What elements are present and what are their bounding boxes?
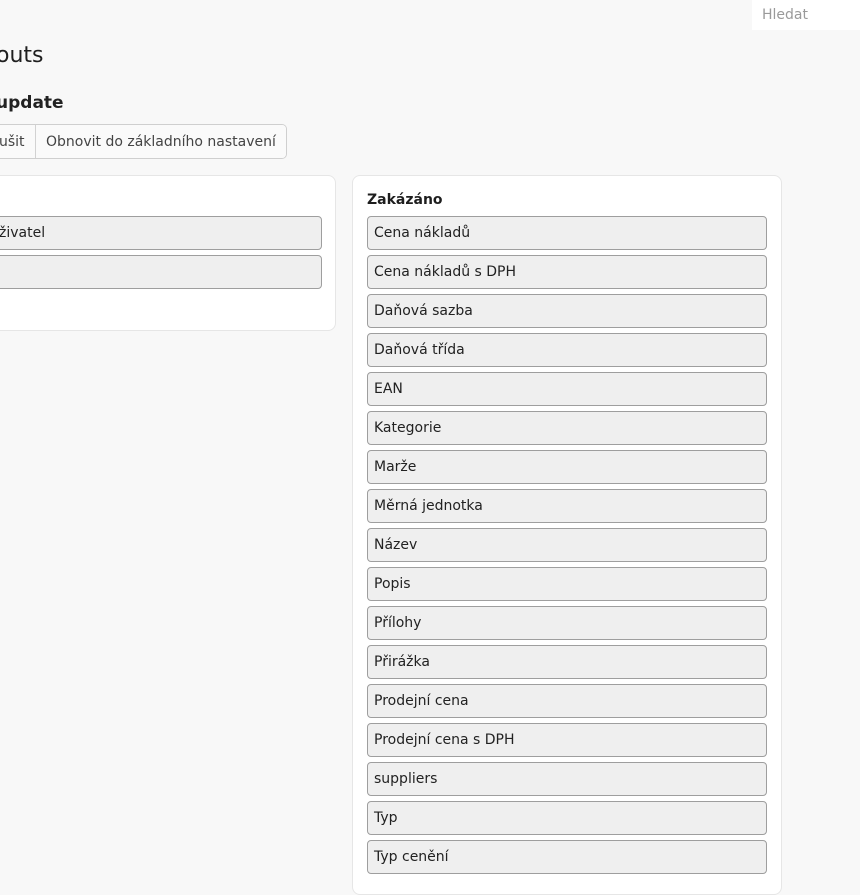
- enabled-columns-panel: živatel: [0, 175, 336, 331]
- disabled-column-item[interactable]: Marže: [367, 450, 767, 484]
- disabled-column-item[interactable]: Cena nákladů: [367, 216, 767, 250]
- action-button-group: ušit Obnovit do základního nastavení: [0, 124, 287, 159]
- search-input[interactable]: [752, 0, 860, 30]
- reset-defaults-button[interactable]: Obnovit do základního nastavení: [36, 125, 286, 158]
- enabled-column-item[interactable]: živatel: [0, 216, 322, 250]
- disabled-column-item[interactable]: Popis: [367, 567, 767, 601]
- disabled-column-item[interactable]: Měrná jednotka: [367, 489, 767, 523]
- disabled-column-item[interactable]: Prodejní cena s DPH: [367, 723, 767, 757]
- disabled-column-item[interactable]: Daňová třída: [367, 333, 767, 367]
- disabled-column-item[interactable]: Cena nákladů s DPH: [367, 255, 767, 289]
- disabled-column-item[interactable]: Typ cenění: [367, 840, 767, 874]
- disabled-column-item[interactable]: suppliers: [367, 762, 767, 796]
- disabled-column-item[interactable]: Daňová sazba: [367, 294, 767, 328]
- disabled-panel-title: Zakázáno: [367, 192, 443, 208]
- section-title: update: [0, 93, 64, 113]
- enabled-column-item[interactable]: [0, 255, 322, 289]
- page-title: outs: [0, 43, 44, 68]
- disabled-column-item[interactable]: Název: [367, 528, 767, 562]
- disabled-column-item[interactable]: Přirážka: [367, 645, 767, 679]
- disabled-column-item[interactable]: EAN: [367, 372, 767, 406]
- disabled-column-item[interactable]: Kategorie: [367, 411, 767, 445]
- disabled-column-item[interactable]: Typ: [367, 801, 767, 835]
- disabled-column-item[interactable]: Prodejní cena: [367, 684, 767, 718]
- disabled-columns-panel: Zakázáno Cena nákladů Cena nákladů s DPH…: [352, 175, 782, 895]
- cancel-button[interactable]: ušit: [0, 125, 36, 158]
- disabled-column-item[interactable]: Přílohy: [367, 606, 767, 640]
